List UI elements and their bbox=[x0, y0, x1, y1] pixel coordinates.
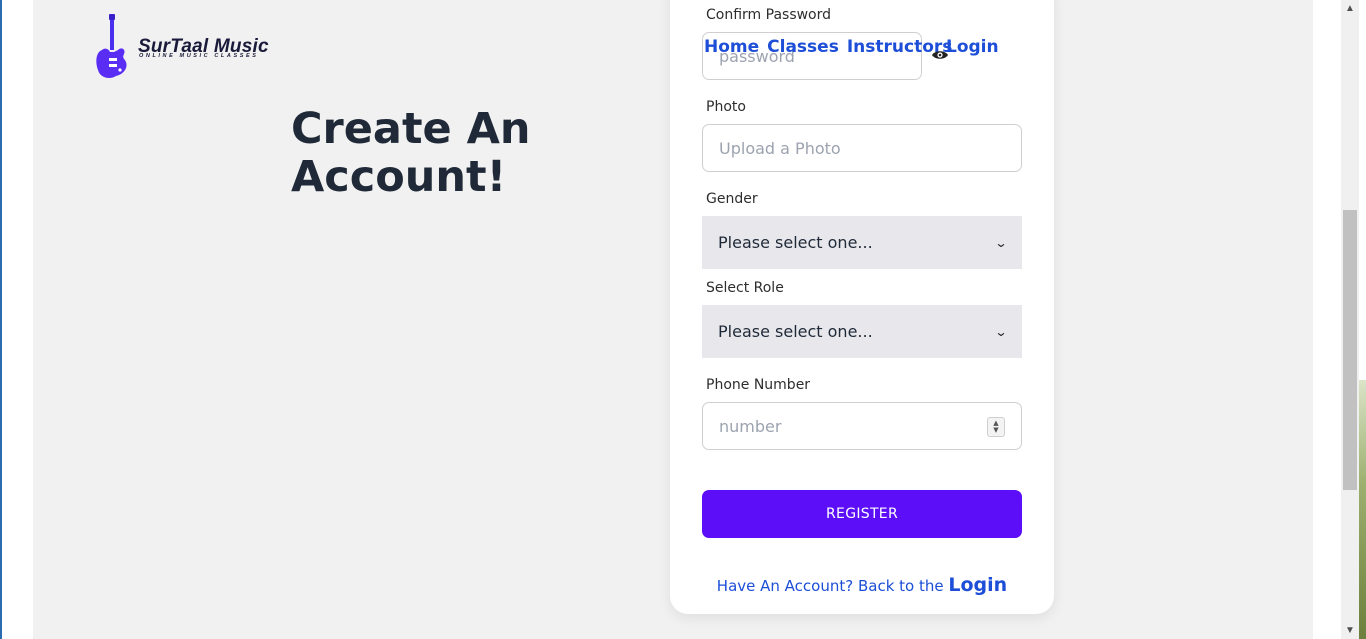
stepper-down-icon[interactable]: ▼ bbox=[993, 427, 998, 434]
vertical-scrollbar[interactable]: ▲ ▼ bbox=[1341, 0, 1359, 639]
phone-number-field[interactable]: number ▲ ▼ bbox=[702, 402, 1022, 450]
photo-label: Photo bbox=[706, 99, 746, 115]
nav-login[interactable]: Login bbox=[946, 37, 999, 57]
scroll-down-icon[interactable]: ▼ bbox=[1341, 622, 1359, 639]
gender-select[interactable]: Please select one... ⌄ bbox=[702, 216, 1022, 269]
confirm-password-label: Confirm Password bbox=[706, 7, 832, 23]
brand-logo[interactable]: SurTaal Music ONLINE MUSIC CLASSES bbox=[94, 14, 299, 82]
scroll-up-icon[interactable]: ▲ bbox=[1341, 0, 1359, 17]
main-nav: Home Classes Instructors bbox=[704, 37, 960, 57]
number-stepper[interactable]: ▲ ▼ bbox=[987, 417, 1005, 437]
page-title: Create An Account! bbox=[291, 104, 531, 202]
login-prompt-text: Have An Account? Back to the bbox=[716, 577, 944, 595]
scroll-thumb[interactable] bbox=[1343, 210, 1357, 490]
page-gutter bbox=[1313, 0, 1341, 639]
register-button[interactable]: REGISTER bbox=[702, 490, 1022, 538]
login-prompt: Have An Account? Back to the Login bbox=[670, 574, 1054, 596]
gender-label: Gender bbox=[706, 191, 758, 207]
role-label: Select Role bbox=[706, 280, 784, 296]
phone-placeholder: number bbox=[719, 416, 782, 436]
nav-classes[interactable]: Classes bbox=[767, 37, 839, 57]
gender-selected-value: Please select one... bbox=[718, 233, 873, 252]
nav-home[interactable]: Home bbox=[704, 37, 759, 57]
role-selected-value: Please select one... bbox=[718, 322, 873, 341]
photo-upload-field[interactable]: Upload a Photo bbox=[702, 124, 1022, 172]
chevron-down-icon: ⌄ bbox=[994, 324, 1008, 339]
brand-tagline: ONLINE MUSIC CLASSES bbox=[139, 53, 259, 59]
guitar-icon bbox=[96, 14, 127, 78]
role-select[interactable]: Please select one... ⌄ bbox=[702, 305, 1022, 358]
back-to-login-link[interactable]: Login bbox=[948, 574, 1007, 596]
window-edge bbox=[0, 0, 2, 639]
chevron-down-icon: ⌄ bbox=[994, 235, 1008, 250]
phone-label: Phone Number bbox=[706, 377, 811, 393]
